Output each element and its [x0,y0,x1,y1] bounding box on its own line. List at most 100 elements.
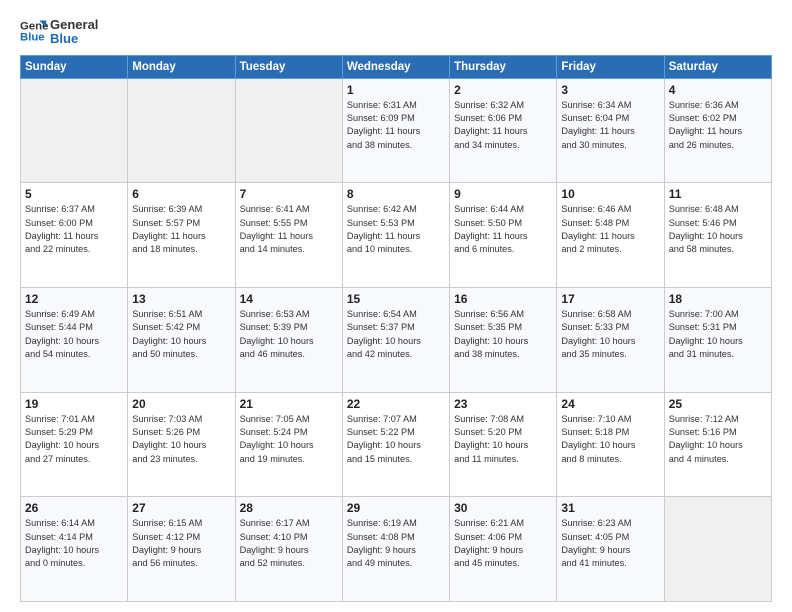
day-info: Sunrise: 6:15 AM Sunset: 4:12 PM Dayligh… [132,517,230,570]
day-number: 15 [347,292,445,306]
day-number: 5 [25,187,123,201]
day-info: Sunrise: 6:48 AM Sunset: 5:46 PM Dayligh… [669,203,767,256]
calendar-header-row: SundayMondayTuesdayWednesdayThursdayFrid… [21,55,772,78]
day-number: 16 [454,292,552,306]
day-number: 18 [669,292,767,306]
day-number: 25 [669,397,767,411]
calendar-cell: 14 Sunrise: 6:53 AM Sunset: 5:39 PM Dayli… [235,287,342,392]
calendar-cell [235,78,342,183]
day-info: Sunrise: 6:36 AM Sunset: 6:02 PM Dayligh… [669,99,767,152]
day-number: 31 [561,501,659,515]
day-info: Sunrise: 6:54 AM Sunset: 5:37 PM Dayligh… [347,308,445,361]
header: General Blue General Blue [20,16,772,47]
calendar-cell: 1 Sunrise: 6:31 AM Sunset: 6:09 PM Daylig… [342,78,449,183]
day-number: 27 [132,501,230,515]
day-info: Sunrise: 6:32 AM Sunset: 6:06 PM Dayligh… [454,99,552,152]
day-info: Sunrise: 6:31 AM Sunset: 6:09 PM Dayligh… [347,99,445,152]
day-info: Sunrise: 6:19 AM Sunset: 4:08 PM Dayligh… [347,517,445,570]
calendar-cell: 2 Sunrise: 6:32 AM Sunset: 6:06 PM Daylig… [450,78,557,183]
day-number: 30 [454,501,552,515]
page: General Blue General Blue SundayMondayTu… [0,0,792,612]
day-info: Sunrise: 6:58 AM Sunset: 5:33 PM Dayligh… [561,308,659,361]
calendar-cell: 17 Sunrise: 6:58 AM Sunset: 5:33 PM Dayli… [557,287,664,392]
calendar-cell: 18 Sunrise: 7:00 AM Sunset: 5:31 PM Dayli… [664,287,771,392]
logo-text-blue: Blue [50,32,98,46]
day-info: Sunrise: 7:10 AM Sunset: 5:18 PM Dayligh… [561,413,659,466]
day-number: 20 [132,397,230,411]
weekday-header-tuesday: Tuesday [235,55,342,78]
day-info: Sunrise: 7:03 AM Sunset: 5:26 PM Dayligh… [132,413,230,466]
day-number: 13 [132,292,230,306]
day-number: 8 [347,187,445,201]
calendar-cell: 15 Sunrise: 6:54 AM Sunset: 5:37 PM Dayli… [342,287,449,392]
day-number: 1 [347,83,445,97]
day-info: Sunrise: 6:34 AM Sunset: 6:04 PM Dayligh… [561,99,659,152]
day-info: Sunrise: 6:37 AM Sunset: 6:00 PM Dayligh… [25,203,123,256]
day-info: Sunrise: 6:53 AM Sunset: 5:39 PM Dayligh… [240,308,338,361]
svg-text:Blue: Blue [20,32,45,44]
calendar-cell: 30 Sunrise: 6:21 AM Sunset: 4:06 PM Dayli… [450,497,557,602]
calendar-cell: 12Sunrise: 6:49 AM Sunset: 5:44 PM Dayli… [21,287,128,392]
day-number: 17 [561,292,659,306]
day-info: Sunrise: 7:12 AM Sunset: 5:16 PM Dayligh… [669,413,767,466]
calendar-cell: 28Sunrise: 6:17 AM Sunset: 4:10 PM Dayli… [235,497,342,602]
calendar-cell: 24 Sunrise: 7:10 AM Sunset: 5:18 PM Dayli… [557,392,664,497]
day-info: Sunrise: 6:51 AM Sunset: 5:42 PM Dayligh… [132,308,230,361]
calendar-week-0: 1 Sunrise: 6:31 AM Sunset: 6:09 PM Daylig… [21,78,772,183]
weekday-header-thursday: Thursday [450,55,557,78]
weekday-header-saturday: Saturday [664,55,771,78]
day-info: Sunrise: 7:01 AM Sunset: 5:29 PM Dayligh… [25,413,123,466]
day-number: 2 [454,83,552,97]
day-number: 7 [240,187,338,201]
calendar-cell: 16 Sunrise: 6:56 AM Sunset: 5:35 PM Dayli… [450,287,557,392]
day-number: 4 [669,83,767,97]
calendar-cell: 6 Sunrise: 6:39 AM Sunset: 5:57 PM Daylig… [128,183,235,288]
calendar-cell: 29 Sunrise: 6:19 AM Sunset: 4:08 PM Dayli… [342,497,449,602]
calendar-cell: 8Sunrise: 6:42 AM Sunset: 5:53 PM Daylig… [342,183,449,288]
calendar-cell: 4 Sunrise: 6:36 AM Sunset: 6:02 PM Daylig… [664,78,771,183]
calendar-cell: 22 Sunrise: 7:07 AM Sunset: 5:22 PM Dayli… [342,392,449,497]
day-info: Sunrise: 6:46 AM Sunset: 5:48 PM Dayligh… [561,203,659,256]
day-info: Sunrise: 7:05 AM Sunset: 5:24 PM Dayligh… [240,413,338,466]
day-number: 23 [454,397,552,411]
day-number: 6 [132,187,230,201]
day-number: 24 [561,397,659,411]
day-number: 3 [561,83,659,97]
day-number: 19 [25,397,123,411]
calendar-cell: 23 Sunrise: 7:08 AM Sunset: 5:20 PM Dayli… [450,392,557,497]
day-number: 9 [454,187,552,201]
calendar-week-1: 5 Sunrise: 6:37 AM Sunset: 6:00 PM Daylig… [21,183,772,288]
day-info: Sunrise: 6:23 AM Sunset: 4:05 PM Dayligh… [561,517,659,570]
day-info: Sunrise: 6:41 AM Sunset: 5:55 PM Dayligh… [240,203,338,256]
weekday-header-monday: Monday [128,55,235,78]
day-number: 22 [347,397,445,411]
calendar-cell: 27 Sunrise: 6:15 AM Sunset: 4:12 PM Dayli… [128,497,235,602]
day-info: Sunrise: 7:07 AM Sunset: 5:22 PM Dayligh… [347,413,445,466]
logo: General Blue General Blue [20,16,98,47]
calendar-week-3: 19 Sunrise: 7:01 AM Sunset: 5:29 PM Dayli… [21,392,772,497]
day-info: Sunrise: 6:56 AM Sunset: 5:35 PM Dayligh… [454,308,552,361]
calendar-cell [21,78,128,183]
day-number: 14 [240,292,338,306]
calendar-cell: 7 Sunrise: 6:41 AM Sunset: 5:55 PM Daylig… [235,183,342,288]
day-number: 29 [347,501,445,515]
calendar-week-4: 26Sunrise: 6:14 AM Sunset: 4:14 PM Dayli… [21,497,772,602]
weekday-header-wednesday: Wednesday [342,55,449,78]
day-number: 21 [240,397,338,411]
day-info: Sunrise: 6:17 AM Sunset: 4:10 PM Dayligh… [240,517,338,570]
day-info: Sunrise: 6:21 AM Sunset: 4:06 PM Dayligh… [454,517,552,570]
calendar-cell: 20 Sunrise: 7:03 AM Sunset: 5:26 PM Dayli… [128,392,235,497]
day-info: Sunrise: 6:44 AM Sunset: 5:50 PM Dayligh… [454,203,552,256]
calendar-cell: 25 Sunrise: 7:12 AM Sunset: 5:16 PM Dayli… [664,392,771,497]
day-info: Sunrise: 7:00 AM Sunset: 5:31 PM Dayligh… [669,308,767,361]
calendar-cell: 26Sunrise: 6:14 AM Sunset: 4:14 PM Dayli… [21,497,128,602]
calendar-cell [128,78,235,183]
day-info: Sunrise: 6:14 AM Sunset: 4:14 PM Dayligh… [25,517,123,570]
calendar-cell: 13 Sunrise: 6:51 AM Sunset: 5:42 PM Dayli… [128,287,235,392]
day-info: Sunrise: 6:39 AM Sunset: 5:57 PM Dayligh… [132,203,230,256]
calendar-cell: 31 Sunrise: 6:23 AM Sunset: 4:05 PM Dayli… [557,497,664,602]
calendar-cell [664,497,771,602]
calendar-week-2: 12Sunrise: 6:49 AM Sunset: 5:44 PM Dayli… [21,287,772,392]
calendar-table: SundayMondayTuesdayWednesdayThursdayFrid… [20,55,772,602]
day-info: Sunrise: 7:08 AM Sunset: 5:20 PM Dayligh… [454,413,552,466]
